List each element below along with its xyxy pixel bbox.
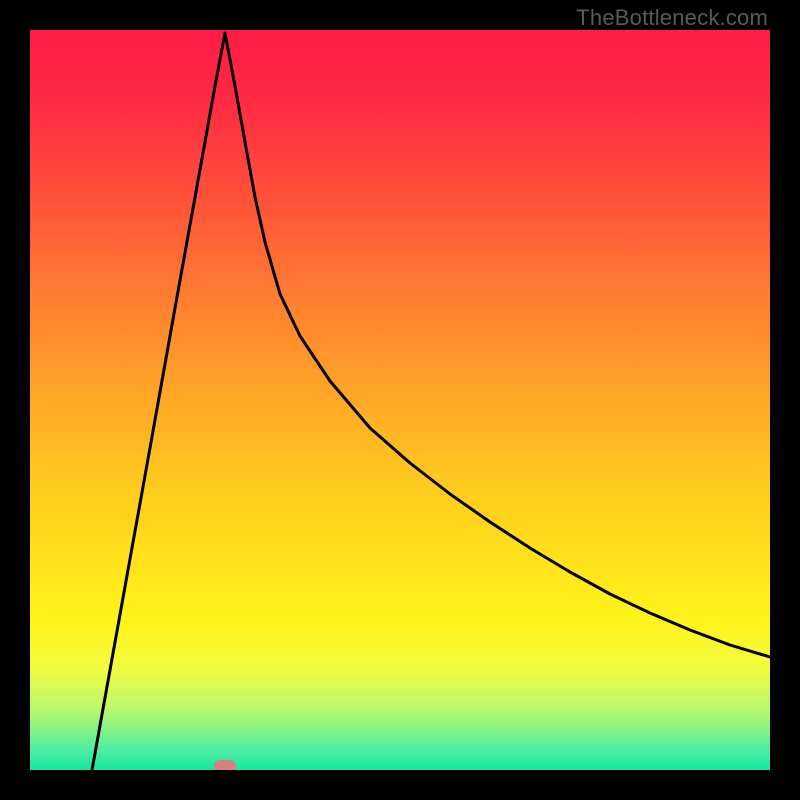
optimal-marker <box>214 760 236 770</box>
chart-frame: TheBottleneck.com <box>0 0 800 800</box>
plot-area <box>30 30 770 770</box>
watermark-text: TheBottleneck.com <box>576 5 768 31</box>
bottleneck-curve <box>30 30 770 770</box>
